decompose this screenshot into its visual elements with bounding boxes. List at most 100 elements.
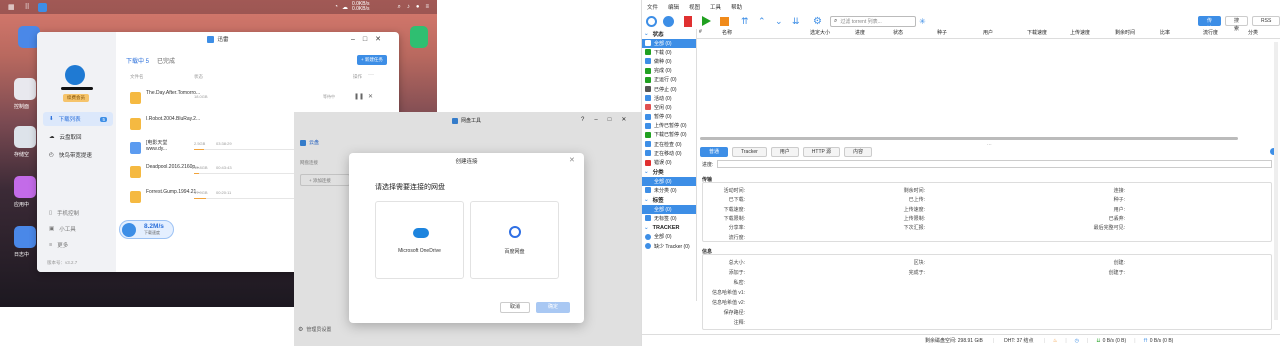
category-section-header[interactable]: ⌄ 分类	[642, 167, 696, 177]
start-icon[interactable]	[702, 16, 711, 26]
menu-icon[interactable]: ≡	[425, 4, 429, 10]
speed-limit-icon[interactable]: ◷	[1075, 338, 1079, 344]
tab-content[interactable]: 内容	[844, 147, 873, 157]
avatar[interactable]	[65, 65, 85, 85]
column-popularity[interactable]: 流行度	[1203, 29, 1218, 36]
desktop-app-storage[interactable]: 存储空	[14, 126, 36, 158]
new-task-button[interactable]: + 新建任务	[357, 55, 387, 65]
status-filter-item[interactable]: 正在移动 (0)	[642, 149, 696, 158]
splitter-handle[interactable]: ⋯	[987, 142, 992, 148]
category-all[interactable]: 全部 (0)	[642, 176, 696, 186]
move-bottom-icon[interactable]: ⇊	[792, 16, 803, 27]
app-badge-icon[interactable]	[37, 2, 47, 12]
tag-section-header[interactable]: ⌄ 标签	[642, 195, 696, 205]
move-top-icon[interactable]: ⇈	[741, 16, 752, 27]
grid-icon[interactable]: ⠿	[25, 3, 30, 11]
desktop-app-app-center[interactable]: 应用中	[14, 176, 36, 208]
status-filter-item[interactable]: 完成 (0)	[642, 66, 696, 75]
stop-icon[interactable]	[720, 16, 729, 26]
tab-http-sources[interactable]: HTTP 源	[802, 147, 841, 157]
cloud-icon[interactable]: ☁	[342, 4, 348, 11]
tag-untagged[interactable]: 无标签 (0)	[642, 214, 696, 223]
delete-icon[interactable]	[684, 15, 692, 27]
status-filter-item[interactable]: 做种 (0)	[642, 57, 696, 66]
tab-transfers[interactable]: 传输	[1198, 16, 1222, 32]
sidebar-item-cloud-retrieve[interactable]: ☁ 云盘取回	[43, 130, 113, 144]
sidebar-item-phone-control[interactable]: ▯ 手机控制	[43, 206, 113, 220]
speed-pill[interactable]: 8.2M/s 下载速度	[119, 220, 174, 239]
tag-all[interactable]: 全部 (0)	[642, 204, 696, 214]
tab-downloading[interactable]: 下载中 5	[126, 56, 149, 65]
column-ratio[interactable]: 比率	[1160, 29, 1170, 36]
user-icon[interactable]: ●	[416, 4, 420, 10]
column-seeds[interactable]: 种子	[937, 29, 947, 36]
vip-badge[interactable]: 续费会员	[63, 94, 89, 102]
tracker-missing[interactable]: 缺少 Tracker (0)	[642, 242, 696, 251]
status-filter-item[interactable]: 已停止 (0)	[642, 84, 696, 93]
tab-general[interactable]: 普通	[700, 147, 729, 157]
tab-completed[interactable]: 已完成	[157, 56, 175, 65]
column-status[interactable]: 状态	[893, 29, 903, 36]
status-filter-item[interactable]: 全部 (0)	[642, 38, 696, 48]
tracker-all[interactable]: 全部 (0)	[642, 232, 696, 241]
maximize-icon[interactable]: □	[363, 36, 367, 43]
sidebar-item-download-list[interactable]: ⬇ 下载列表 5	[43, 112, 113, 126]
gear-icon[interactable]: ⚙	[813, 16, 824, 27]
menu-edit[interactable]: 编辑	[668, 3, 679, 11]
status-filter-item[interactable]: 正运行 (0)	[642, 75, 696, 84]
scroll-left-icon[interactable]	[700, 137, 703, 140]
status-filter-item[interactable]: 下载 (0)	[642, 48, 696, 57]
move-down-icon[interactable]: ⌄	[775, 16, 786, 27]
menu-view[interactable]: 视图	[689, 3, 700, 11]
status-filter-item[interactable]: 下载已暂停 (0)	[642, 130, 696, 139]
column-up-speed[interactable]: 上传速度	[1070, 29, 1090, 36]
status-section-header[interactable]: ⌄ 状态	[642, 29, 696, 39]
chat-icon[interactable]: ◔	[334, 4, 338, 10]
onedrive-option[interactable]: Microsoft OneDrive	[375, 201, 464, 279]
cancel-button[interactable]: 取消	[500, 302, 530, 313]
column-index[interactable]: #	[699, 29, 702, 35]
desktop-app-log-center[interactable]: 日志中	[14, 226, 36, 258]
category-uncategorized[interactable]: 未分类 (0)	[642, 186, 696, 195]
delete-icon[interactable]: ✕	[368, 93, 373, 100]
vertical-scrollbar[interactable]	[1274, 42, 1278, 320]
pause-icon[interactable]: ❚❚	[354, 93, 364, 100]
move-up-icon[interactable]: ⌃	[758, 16, 769, 27]
menu-tools[interactable]: 工具	[710, 3, 721, 11]
status-filter-item[interactable]: 上传已暂停 (0)	[642, 121, 696, 130]
apps-grid-icon[interactable]: ▦	[8, 3, 15, 11]
tracker-section-header[interactable]: ⌄ TRACKER	[642, 223, 696, 233]
column-progress[interactable]: 进度	[855, 29, 865, 36]
column-size[interactable]: 选定大小	[810, 29, 830, 36]
close-icon[interactable]: ✕	[375, 35, 381, 43]
horizontal-scrollbar[interactable]	[700, 137, 1238, 140]
baidu-option[interactable]: 百度网盘	[470, 201, 559, 279]
column-peers[interactable]: 用户	[983, 29, 993, 36]
column-down-speed[interactable]: 下载速度	[1027, 29, 1047, 36]
ok-button[interactable]: 确定	[536, 302, 570, 313]
bell-icon[interactable]: ♪	[407, 4, 410, 10]
add-link-icon[interactable]	[646, 15, 657, 27]
desktop-app-green[interactable]	[410, 26, 428, 48]
minimize-icon[interactable]: –	[351, 36, 355, 43]
status-filter-item[interactable]: 暂停 (0)	[642, 112, 696, 121]
tab-trackers[interactable]: Tracker	[732, 147, 767, 157]
column-name[interactable]: 名称	[722, 29, 732, 36]
tab-search[interactable]: 搜索	[1225, 16, 1249, 32]
add-torrent-icon[interactable]	[663, 15, 674, 27]
status-filter-item[interactable]: 错误 (0)	[642, 158, 696, 167]
sidebar-item-more[interactable]: ≡ 更多	[43, 238, 113, 252]
filter-icon[interactable]: ✳	[919, 17, 926, 26]
status-filter-item[interactable]: 空闲 (0)	[642, 103, 696, 112]
status-filter-item[interactable]: 活动 (0)	[642, 94, 696, 103]
column-category[interactable]: 分类	[1248, 29, 1258, 36]
tab-peers[interactable]: 用户	[770, 147, 799, 157]
tab-rss[interactable]: RSS	[1252, 16, 1280, 26]
download-row[interactable]: The.Day.After.Tomorro... 18.0GB 等待中 ❚❚ ✕	[130, 88, 390, 114]
menu-help[interactable]: 帮助	[731, 3, 742, 11]
desktop-app-control-panel[interactable]: 控制面	[14, 78, 36, 110]
menu-file[interactable]: 文件	[647, 3, 658, 11]
status-filter-item[interactable]: 正在检查 (0)	[642, 140, 696, 149]
column-eta[interactable]: 剩余时间	[1115, 29, 1135, 36]
sidebar-item-speedup[interactable]: ◴ 快鸟带宽提速	[43, 148, 113, 162]
